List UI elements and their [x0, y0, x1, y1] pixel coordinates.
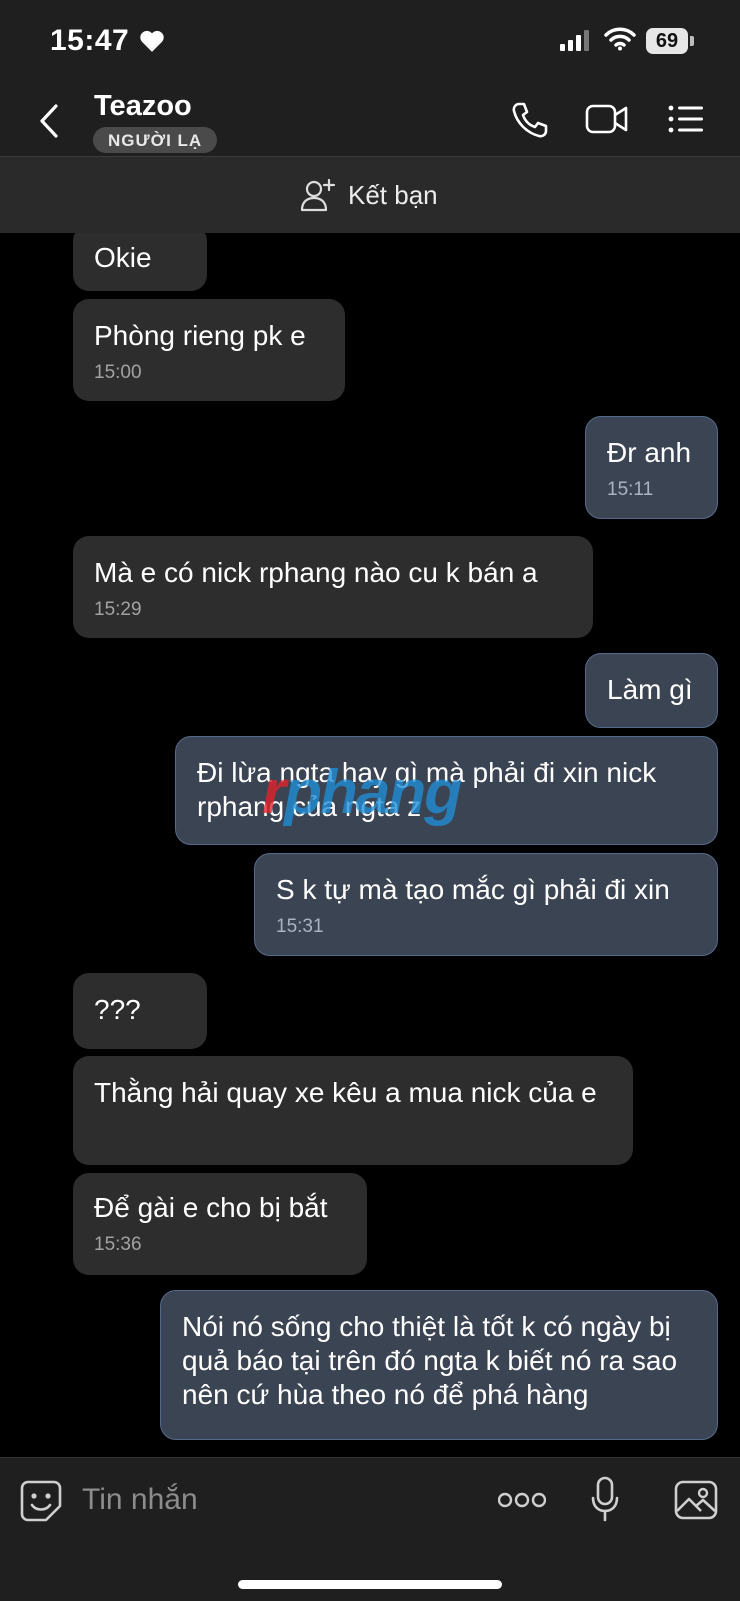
message-time: 15:36	[94, 1234, 142, 1255]
sticker-icon[interactable]	[20, 1480, 62, 1522]
message-text: Mà e có nick rphang nào cu k bán a	[94, 557, 538, 588]
message-time: 15:00	[94, 362, 142, 383]
message-bubble[interactable]: Phòng rieng pk e 15:00	[73, 299, 345, 401]
signal-icon	[560, 30, 589, 51]
status-bar: 15:47 69	[0, 0, 740, 84]
message-bubble[interactable]: Nói nó sống cho thiệt là tốt k có ngày b…	[160, 1290, 718, 1440]
chat-header: Teazoo NGƯỜI LẠ	[0, 84, 740, 157]
message-text: ???	[94, 994, 141, 1025]
menu-icon[interactable]	[668, 104, 704, 134]
message-bubble[interactable]: Để gài e cho bị bắt 15:36	[73, 1173, 367, 1275]
message-text: S k tự mà tạo mắc gì phải đi xin	[276, 874, 670, 905]
message-bubble[interactable]: Đr anh 15:11	[585, 416, 718, 519]
battery-tip	[690, 36, 694, 46]
message-bubble[interactable]: Đi lừa ngta hay gì mà phải đi xin nick r…	[175, 736, 718, 845]
back-icon[interactable]	[36, 102, 64, 140]
message-bubble[interactable]: Mà e có nick rphang nào cu k bán a 15:29	[73, 536, 593, 638]
add-friend-icon	[300, 178, 336, 212]
message-text: Phòng rieng pk e	[94, 320, 306, 351]
message-bubble[interactable]: S k tự mà tạo mắc gì phải đi xin 15:31	[254, 853, 718, 956]
message-time: 15:31	[276, 916, 324, 937]
more-icon[interactable]	[498, 1492, 546, 1508]
message-text: Để gài e cho bị bắt	[94, 1192, 328, 1223]
message-text: Đi lừa ngta hay gì mà phải đi xin nick r…	[197, 757, 657, 822]
message-text: Làm gì	[607, 674, 693, 705]
mic-icon[interactable]	[590, 1476, 620, 1522]
message-list[interactable]: Okie Phòng rieng pk e 15:00 Đr anh 15:11…	[0, 233, 740, 1457]
message-bubble[interactable]: Làm gì	[585, 653, 718, 728]
message-time: 15:29	[94, 599, 142, 620]
message-bubble[interactable]: Okie	[73, 233, 207, 291]
message-text: Đr anh	[607, 437, 692, 468]
status-time: 15:47	[50, 24, 130, 57]
wifi-icon	[604, 27, 636, 51]
add-friend-label: Kết bạn	[348, 179, 438, 210]
heart-icon	[140, 30, 164, 52]
message-text: Nói nó sống cho thiệt là tốt k có ngày b…	[182, 1311, 678, 1410]
message-text: Thằng hải quay xe kêu a mua nick của e	[94, 1077, 597, 1108]
message-text: Okie	[94, 242, 152, 273]
message-composer	[0, 1457, 740, 1601]
add-friend-button[interactable]: Kết bạn	[300, 175, 438, 215]
message-bubble[interactable]: Thằng hải quay xe kêu a mua nick của e	[73, 1056, 633, 1165]
contact-name[interactable]: Teazoo	[94, 90, 192, 123]
stranger-badge: NGƯỜI LẠ	[93, 127, 218, 153]
video-icon[interactable]	[585, 102, 629, 136]
message-input[interactable]	[80, 1474, 464, 1526]
phone-icon[interactable]	[510, 100, 548, 140]
message-time: 15:11	[607, 479, 654, 500]
add-friend-bar[interactable]: Kết bạn	[0, 157, 740, 233]
message-bubble[interactable]: ???	[73, 973, 207, 1049]
home-indicator	[238, 1580, 502, 1589]
image-icon[interactable]	[674, 1480, 718, 1520]
battery-indicator: 69	[646, 28, 688, 54]
